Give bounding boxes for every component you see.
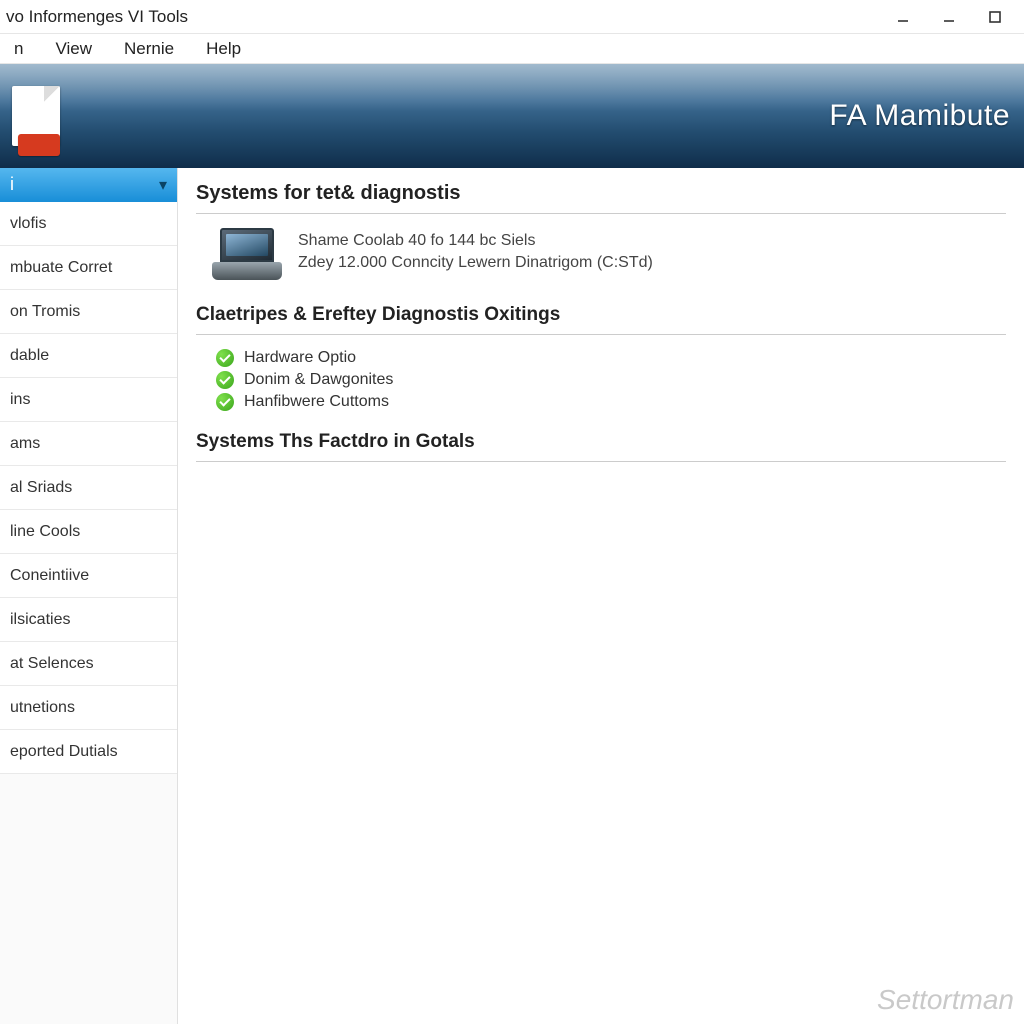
system-summary: Shame Coolab 40 fo 144 bc Siels Zdey 12.… (196, 224, 1006, 286)
menu-item-help[interactable]: Help (202, 36, 245, 62)
maximize-button[interactable] (972, 3, 1018, 31)
menu-item-view[interactable]: View (51, 36, 96, 62)
titlebar: vo Informenges VI Tools (0, 0, 1024, 34)
chevron-down-icon: ▾ (159, 175, 167, 195)
sidebar-item-label: mbuate Corret (10, 259, 112, 277)
section-heading-systems: Systems for tet& diagnostis (196, 178, 1006, 214)
diagnostics-list: Hardware Optio Donim & Dawgonites Hanfib… (196, 345, 1006, 413)
check-ok-icon (216, 393, 234, 411)
section-heading-gotals: Systems Ths Factdro in Gotals (196, 427, 1006, 462)
sidebar-item-label: vlofis (10, 215, 46, 233)
sidebar-item[interactable]: ams (0, 422, 177, 466)
sidebar-item[interactable]: Coneintiive (0, 554, 177, 598)
list-item: Hardware Optio (216, 347, 1006, 369)
sidebar-header-label: i (10, 174, 14, 195)
sidebar-item[interactable]: mbuate Corret (0, 246, 177, 290)
window-title: vo Informenges VI Tools (6, 7, 188, 27)
sidebar-item-label: ilsicaties (10, 611, 70, 629)
content-pane: Systems for tet& diagnostis Shame Coolab… (178, 168, 1024, 1024)
app-window: vo Informenges VI Tools n View Nernie He… (0, 0, 1024, 1024)
header-banner: FA Mamibute (0, 64, 1024, 168)
sidebar-item[interactable]: ins (0, 378, 177, 422)
sidebar-item[interactable]: al Sriads (0, 466, 177, 510)
list-item-label: Donim & Dawgonites (244, 371, 393, 389)
laptop-icon (212, 228, 282, 280)
sidebar-item-label: eported Dutials (10, 743, 118, 761)
sidebar-item[interactable]: utnetions (0, 686, 177, 730)
check-ok-icon (216, 371, 234, 389)
sidebar-item[interactable]: at Selences (0, 642, 177, 686)
sidebar-item-label: at Selences (10, 655, 94, 673)
sidebar-item-label: utnetions (10, 699, 75, 717)
menu-item-0[interactable]: n (10, 36, 27, 62)
sidebar-item-label: al Sriads (10, 479, 72, 497)
list-item: Hanfibwere Cuttoms (216, 391, 1006, 413)
list-item-label: Hardware Optio (244, 349, 356, 367)
sidebar-item-label: line Cools (10, 523, 80, 541)
sidebar-item[interactable]: ilsicaties (0, 598, 177, 642)
system-info-line2: Zdey 12.000 Conncity Lewern Dinatrigom (… (298, 252, 653, 274)
sidebar-item[interactable]: vlofis (0, 202, 177, 246)
body: i ▾ vlofis mbuate Corret on Tromis dable… (0, 168, 1024, 1024)
list-item-label: Hanfibwere Cuttoms (244, 393, 389, 411)
minimize-button-2[interactable] (926, 3, 972, 31)
sidebar-item[interactable]: on Tromis (0, 290, 177, 334)
list-item: Donim & Dawgonites (216, 369, 1006, 391)
sidebar-item-label: ins (10, 391, 30, 409)
sidebar-item-label: Coneintiive (10, 567, 89, 585)
check-ok-icon (216, 349, 234, 367)
minimize-button[interactable] (880, 3, 926, 31)
system-info: Shame Coolab 40 fo 144 bc Siels Zdey 12.… (298, 228, 653, 280)
menu-item-nernie[interactable]: Nernie (120, 36, 178, 62)
sidebar-header[interactable]: i ▾ (0, 168, 177, 202)
sidebar: i ▾ vlofis mbuate Corret on Tromis dable… (0, 168, 178, 1024)
sidebar-item[interactable]: eported Dutials (0, 730, 177, 774)
sidebar-item-label: on Tromis (10, 303, 80, 321)
sidebar-item[interactable]: dable (0, 334, 177, 378)
banner-title: FA Mamibute (829, 99, 1010, 133)
system-info-line1: Shame Coolab 40 fo 144 bc Siels (298, 230, 653, 252)
section-heading-diagnostics: Claetripes & Ereftey Diagnostis Oxitings (196, 300, 1006, 335)
app-logo-icon (12, 86, 60, 146)
menubar: n View Nernie Help (0, 34, 1024, 64)
sidebar-item-label: ams (10, 435, 40, 453)
sidebar-item[interactable]: line Cools (0, 510, 177, 554)
sidebar-item-label: dable (10, 347, 49, 365)
